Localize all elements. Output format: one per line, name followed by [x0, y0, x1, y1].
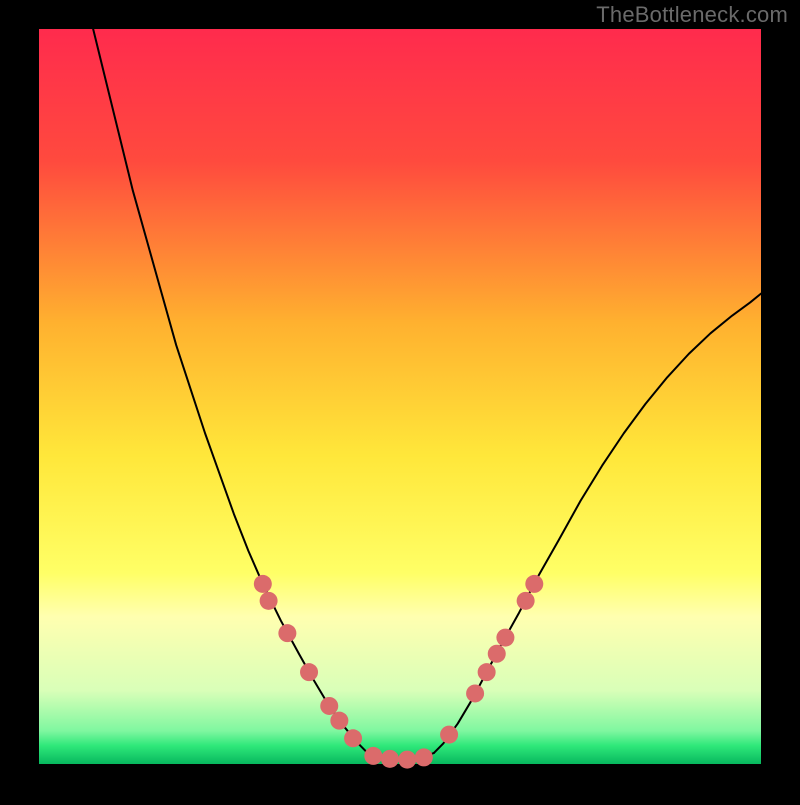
marker-valley-floor-dots-0: [364, 747, 382, 765]
marker-left-branch-dots-2: [278, 624, 296, 642]
bottleneck-chart: [0, 0, 800, 800]
marker-valley-floor-dots-3: [415, 748, 433, 766]
marker-left-branch-dots-0: [254, 575, 272, 593]
marker-left-branch-dots-5: [330, 712, 348, 730]
marker-valley-floor-dots-1: [381, 750, 399, 768]
marker-left-branch-dots-4: [320, 697, 338, 715]
marker-right-branch-dots-1: [466, 684, 484, 702]
marker-right-branch-dots-6: [525, 575, 543, 593]
marker-right-branch-dots-5: [517, 592, 535, 610]
marker-valley-floor-dots-2: [398, 751, 416, 769]
marker-left-branch-dots-6: [344, 729, 362, 747]
marker-right-branch-dots-0: [440, 726, 458, 744]
chart-stage: TheBottleneck.com: [0, 0, 800, 800]
watermark-text: TheBottleneck.com: [596, 2, 788, 28]
marker-right-branch-dots-4: [496, 629, 514, 647]
marker-left-branch-dots-3: [300, 663, 318, 681]
marker-right-branch-dots-2: [478, 663, 496, 681]
marker-right-branch-dots-3: [488, 645, 506, 663]
marker-left-branch-dots-1: [260, 592, 278, 610]
